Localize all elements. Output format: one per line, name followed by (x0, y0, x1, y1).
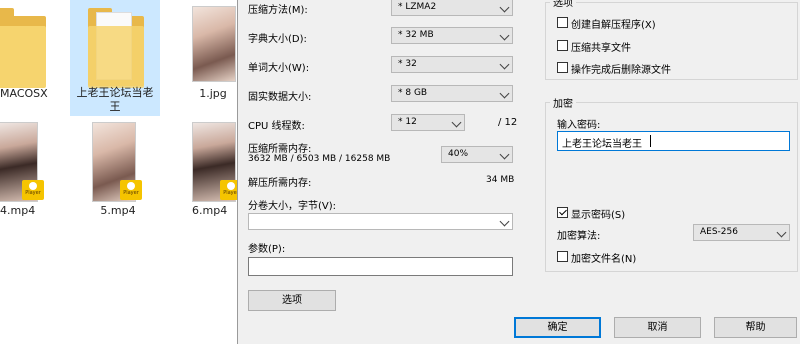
solid-block-select[interactable]: * 8 GB (391, 85, 513, 102)
file-item-6-mp4[interactable]: Player 6.mp4 (184, 120, 242, 220)
chevron-down-icon (499, 216, 510, 227)
encryption-method-label: 加密算法: (557, 231, 601, 242)
dict-size-label: 字典大小(D): (248, 34, 307, 45)
mem-decompress-label: 解压所需内存: (248, 178, 312, 189)
chevron-down-icon (499, 30, 510, 41)
encrypt-names-label[interactable]: 加密文件名(N) (571, 250, 636, 265)
file-item-5-mp4[interactable]: Player 5.mp4 (88, 120, 148, 220)
compress-method-select[interactable]: * LZMA2 (391, 0, 513, 16)
folder-icon (88, 8, 144, 88)
file-label: 4.mp4 (0, 204, 36, 217)
text-cursor (650, 135, 651, 147)
mem-compress-label: 压缩所需内存: (248, 144, 312, 155)
file-label: 上老王论坛当老王 (76, 86, 154, 113)
mem-compress-detail: 3632 MB / 6503 MB / 16258 MB (248, 154, 391, 164)
cpu-threads-max: / 12 (498, 117, 518, 128)
password-input[interactable]: 上老王论坛当老王 (557, 131, 790, 151)
create-sfx-checkbox[interactable] (557, 17, 568, 28)
chevron-down-icon (499, 2, 510, 13)
split-volumes-label: 分卷大小，字节(V): (248, 201, 337, 212)
player-badge-icon: Player (22, 180, 44, 200)
create-sfx-label[interactable]: 创建自解压程序(X) (571, 16, 656, 31)
file-item-4-mp4[interactable]: Player 4.mp4 (0, 120, 50, 220)
encryption-group-title: 加密 (550, 95, 576, 110)
compress-method-label: 压缩方法(M): (248, 5, 308, 16)
file-item-1-jpg[interactable]: 1.jpg (182, 0, 244, 110)
chevron-down-icon (451, 117, 462, 128)
file-label: 6.mp4 (192, 204, 228, 217)
chevron-down-icon (499, 88, 510, 99)
show-password-label[interactable]: 显示密码(S) (571, 206, 625, 221)
show-password-checkbox[interactable] (557, 207, 568, 218)
options-button[interactable]: 选项 (248, 290, 336, 311)
delete-after-checkbox[interactable] (557, 62, 568, 73)
dict-size-select[interactable]: * 32 MB (391, 27, 513, 44)
compress-shared-checkbox[interactable] (557, 40, 568, 51)
mem-decompress-value: 34 MB (486, 175, 515, 185)
ok-button[interactable]: 确定 (514, 317, 601, 338)
cpu-threads-label: CPU 线程数: (248, 121, 305, 132)
image-thumbnail (192, 6, 236, 82)
chevron-down-icon (499, 149, 510, 160)
file-label: 5.mp4 (100, 204, 136, 217)
cpu-threads-select[interactable]: * 12 (391, 114, 465, 131)
split-volumes-combo[interactable] (248, 213, 513, 230)
solid-block-label: 固实数据大小: (248, 92, 312, 103)
params-label: 参数(P): (248, 244, 286, 255)
cancel-button[interactable]: 取消 (614, 317, 701, 338)
password-label: 输入密码: (557, 120, 601, 131)
word-size-select[interactable]: * 32 (391, 56, 513, 73)
encryption-method-select[interactable]: AES-256 (693, 224, 790, 241)
compress-shared-label[interactable]: 压缩共享文件 (571, 39, 631, 54)
options-group-title: 选项 (550, 0, 576, 9)
file-label: 1.jpg (199, 87, 227, 100)
chevron-down-icon (776, 227, 787, 238)
encrypt-names-checkbox[interactable] (557, 251, 568, 262)
params-input[interactable] (248, 257, 513, 276)
word-size-label: 单词大小(W): (248, 63, 310, 74)
chevron-down-icon (499, 59, 510, 70)
folder-icon (0, 8, 46, 88)
add-to-archive-dialog: 压缩方法(M): * LZMA2 字典大小(D): * 32 MB 单词大小(W… (237, 0, 800, 344)
mem-usage-select[interactable]: 40% (441, 146, 513, 163)
delete-after-label[interactable]: 操作完成后删除源文件 (571, 61, 671, 76)
file-label: MACOSX (0, 87, 48, 100)
file-explorer: MACOSX 上老王论坛当老王 1.jpg Player 4.mp4 Playe… (0, 0, 242, 344)
help-button[interactable]: 帮助 (714, 317, 797, 338)
file-item-folder-selected[interactable]: 上老王论坛当老王 (70, 0, 160, 116)
player-badge-icon: Player (120, 180, 142, 200)
file-item-macosx[interactable]: MACOSX (0, 0, 60, 110)
